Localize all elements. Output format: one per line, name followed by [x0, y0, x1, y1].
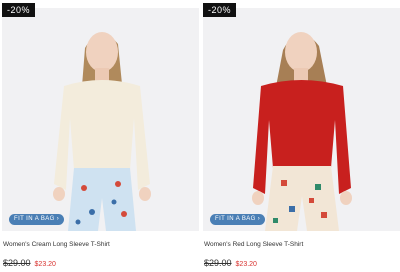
product-name[interactable]: Women's Cream Long Sleeve T-Shirt — [3, 241, 110, 248]
product-image[interactable] — [2, 8, 199, 231]
arrow-right-icon: › — [257, 216, 261, 222]
product-card[interactable]: -20% — [2, 0, 199, 272]
arrow-right-icon: › — [56, 216, 60, 222]
original-price: $29.00 — [204, 258, 232, 268]
price-row: $29.00 $23.20 — [3, 258, 56, 268]
product-name[interactable]: Women's Red Long Sleeve T-Shirt — [204, 241, 303, 248]
fit-label: FIT IN A BAG — [14, 216, 55, 222]
fit-in-a-bag-button[interactable]: FIT IN A BAG › — [210, 214, 266, 225]
model-photo — [2, 8, 199, 231]
sale-price: $23.20 — [235, 261, 257, 268]
discount-badge: -20% — [203, 3, 237, 17]
product-grid: -20% FIT IN A BAG › Women's Cream Long S… — [0, 0, 400, 272]
sale-price: $23.20 — [34, 261, 56, 268]
fit-label: FIT IN A BAG — [215, 216, 256, 222]
product-card[interactable]: -20% — [203, 0, 400, 272]
discount-badge: -20% — [2, 3, 36, 17]
original-price: $29.00 — [3, 258, 31, 268]
fit-in-a-bag-button[interactable]: FIT IN A BAG › — [9, 214, 65, 225]
price-row: $29.00 $23.20 — [204, 258, 257, 268]
model-photo — [203, 8, 400, 231]
product-image[interactable] — [203, 8, 400, 231]
